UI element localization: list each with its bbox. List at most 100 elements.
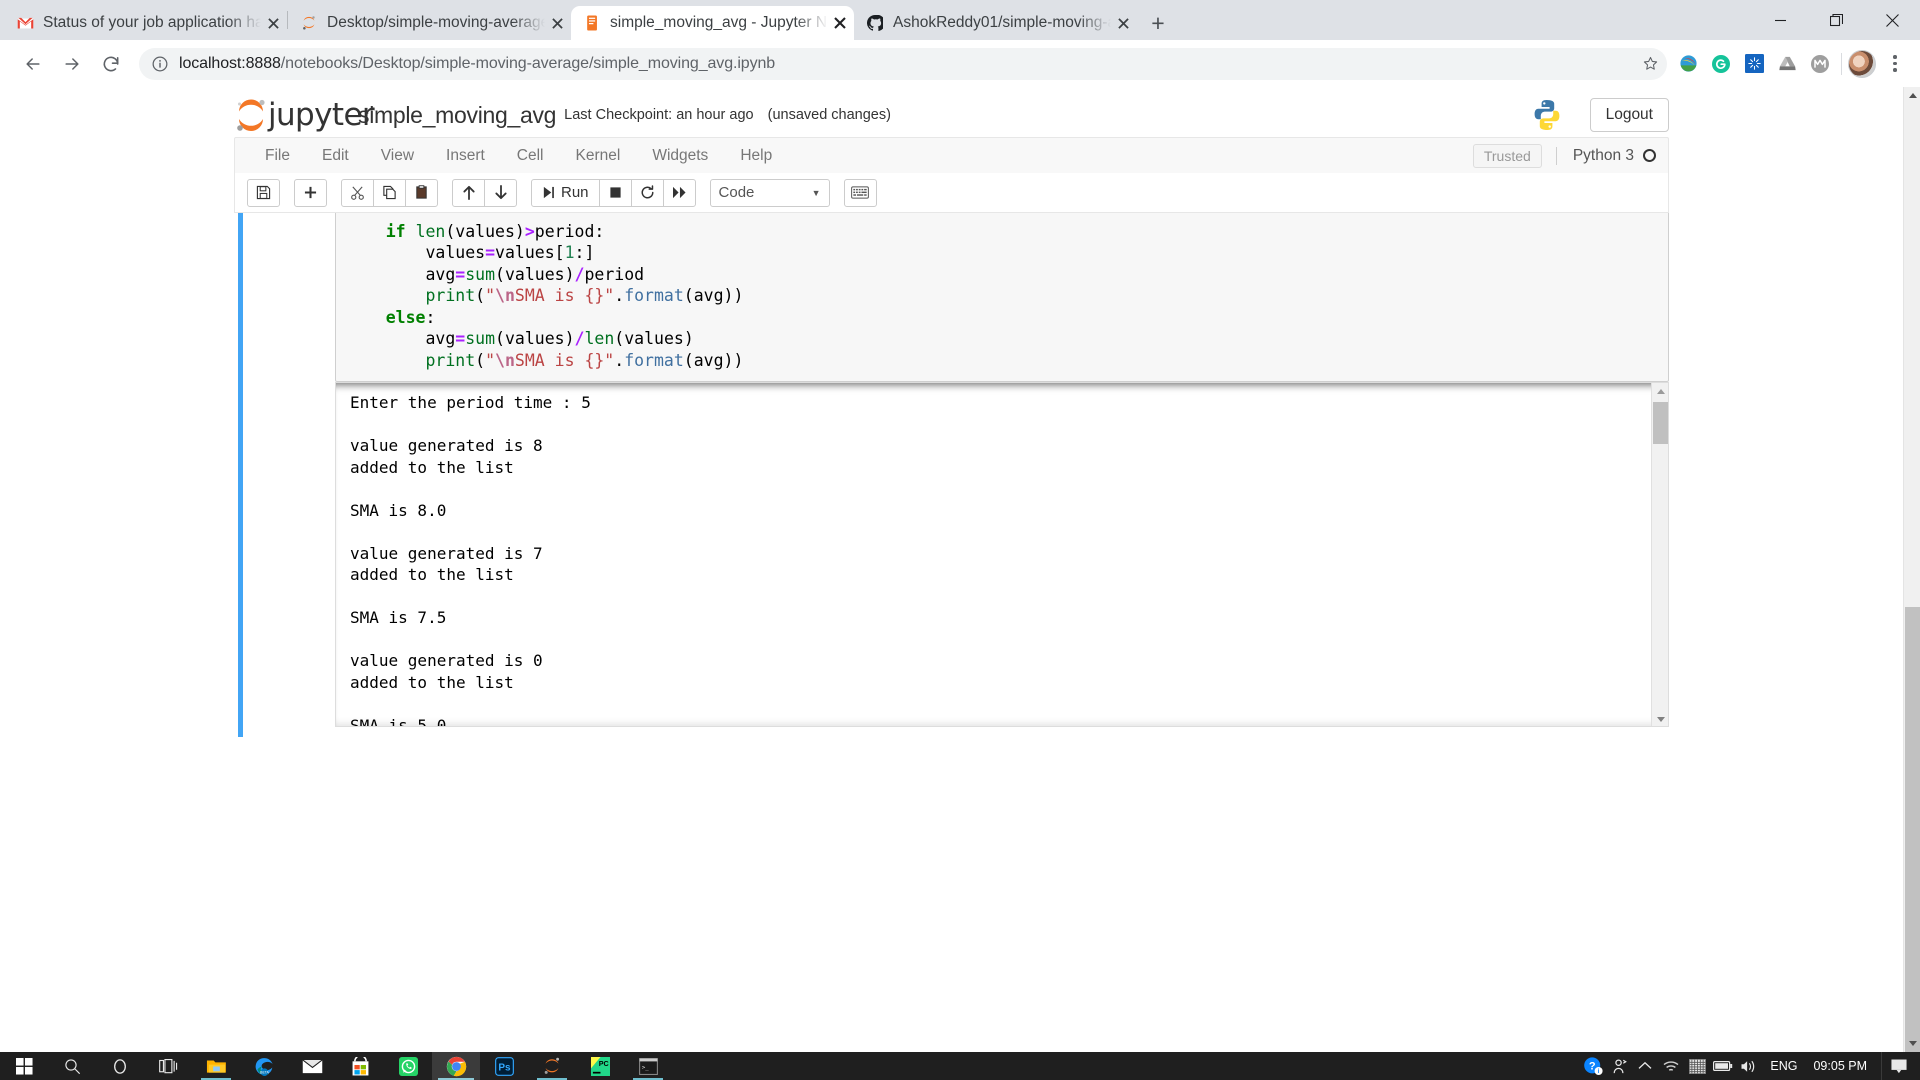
battery-icon[interactable] bbox=[1710, 1052, 1736, 1080]
mail-envelope-icon bbox=[301, 1059, 323, 1073]
output-scrollbar[interactable] bbox=[1651, 383, 1668, 726]
google-drive-extension-icon[interactable] bbox=[1772, 49, 1802, 79]
menu-kernel[interactable]: Kernel bbox=[560, 147, 637, 165]
code-line: avg=sum(values)/period bbox=[425, 264, 645, 284]
url-path: /notebooks/Desktop/simple-moving-average… bbox=[280, 54, 776, 72]
cortana-button[interactable] bbox=[96, 1052, 144, 1080]
chrome-menu-button[interactable] bbox=[1880, 47, 1910, 81]
code-cell[interactable]: print("\nvalue generated is {}".format(v… bbox=[234, 213, 1669, 382]
scroll-down-arrow-icon[interactable] bbox=[1904, 1035, 1920, 1052]
menu-view[interactable]: View bbox=[365, 147, 430, 165]
paste-icon[interactable] bbox=[405, 178, 438, 207]
cell-output-area: Enter the period time : 5 value generate… bbox=[238, 382, 1669, 727]
gmail-icon bbox=[16, 14, 34, 32]
logout-button[interactable]: Logout bbox=[1589, 98, 1669, 132]
run-button[interactable]: Run bbox=[531, 178, 600, 207]
cut-icon[interactable] bbox=[341, 178, 374, 207]
back-button[interactable] bbox=[16, 47, 50, 81]
people-icon[interactable] bbox=[1606, 1052, 1632, 1080]
save-icon[interactable] bbox=[247, 178, 280, 207]
scrollbar-thumb[interactable] bbox=[1653, 402, 1668, 444]
wifi-icon[interactable] bbox=[1658, 1052, 1684, 1080]
idm-extension-icon[interactable] bbox=[1673, 49, 1703, 79]
language-indicator[interactable]: ENG bbox=[1762, 1059, 1805, 1073]
whatsapp-button[interactable] bbox=[384, 1052, 432, 1080]
kernel-indicator[interactable]: Python 3 bbox=[1555, 146, 1656, 165]
task-view-button[interactable] bbox=[144, 1052, 192, 1080]
mail-button[interactable] bbox=[288, 1052, 336, 1080]
file-explorer-button[interactable] bbox=[192, 1052, 240, 1080]
notification-icon[interactable] bbox=[1882, 1052, 1916, 1080]
menu-widgets[interactable]: Widgets bbox=[636, 147, 724, 165]
menu-file[interactable]: File bbox=[249, 147, 306, 165]
microsoft-store-button[interactable] bbox=[336, 1052, 384, 1080]
close-icon[interactable] bbox=[261, 11, 285, 35]
scroll-down-arrow-icon[interactable] bbox=[1652, 711, 1668, 726]
kernel-idle-icon bbox=[1643, 149, 1656, 162]
minimize-icon[interactable] bbox=[1752, 0, 1808, 40]
volume-icon[interactable] bbox=[1736, 1052, 1762, 1080]
new-tab-button[interactable]: + bbox=[1143, 8, 1173, 38]
arrow-down-icon[interactable] bbox=[484, 178, 517, 207]
wordtune-extension-icon[interactable] bbox=[1739, 49, 1769, 79]
trusted-badge[interactable]: Trusted bbox=[1472, 143, 1542, 168]
browser-tab-jupyter-tree[interactable]: Desktop/simple-moving-average bbox=[288, 6, 571, 40]
site-info-icon[interactable] bbox=[151, 55, 169, 73]
close-icon[interactable] bbox=[1111, 11, 1135, 35]
photoshop-button[interactable]: Ps bbox=[480, 1052, 528, 1080]
chrome-icon bbox=[446, 1056, 466, 1076]
command-prompt-button[interactable]: >_ bbox=[624, 1052, 672, 1080]
anaconda-button[interactable] bbox=[528, 1052, 576, 1080]
mendeley-extension-icon[interactable] bbox=[1805, 49, 1835, 79]
scroll-up-arrow-icon[interactable] bbox=[1652, 383, 1668, 400]
output-line: value generated is 0 bbox=[350, 651, 543, 670]
restart-icon[interactable] bbox=[630, 178, 664, 207]
browser-tab-github[interactable]: AshokReddy01/simple-moving-a bbox=[854, 6, 1137, 40]
keyboard-icon[interactable] bbox=[843, 178, 877, 207]
search-button[interactable] bbox=[48, 1052, 96, 1080]
chevron-up-icon[interactable] bbox=[1632, 1052, 1658, 1080]
browser-tab-title: Status of your job application ha bbox=[43, 14, 261, 31]
keyboard-ime-icon[interactable] bbox=[1684, 1052, 1710, 1080]
forward-button[interactable] bbox=[55, 47, 89, 81]
scrollbar-thumb[interactable] bbox=[1905, 607, 1920, 1052]
stop-icon[interactable] bbox=[598, 178, 632, 207]
menu-help[interactable]: Help bbox=[724, 147, 788, 165]
clock[interactable]: 09:05 PM bbox=[1805, 1059, 1875, 1073]
address-bar[interactable]: localhost:8888/notebooks/Desktop/simple-… bbox=[139, 47, 1667, 80]
insert-cell-below-button[interactable] bbox=[294, 178, 327, 207]
jupyter-logo-icon[interactable]: jupyter bbox=[234, 95, 375, 135]
url-text[interactable]: localhost:8888/notebooks/Desktop/simple-… bbox=[179, 55, 775, 73]
edge-beta-icon: BETA bbox=[255, 1057, 272, 1076]
page-scrollbar[interactable] bbox=[1903, 87, 1920, 1052]
code-line: values=values[1:] bbox=[425, 243, 595, 262]
grammarly-extension-icon[interactable] bbox=[1706, 49, 1736, 79]
close-icon[interactable] bbox=[1864, 0, 1920, 40]
menu-cell[interactable]: Cell bbox=[501, 147, 560, 165]
browser-tab-simple-moving-avg[interactable]: simple_moving_avg - Jupyter No bbox=[571, 6, 854, 40]
fast-forward-icon[interactable] bbox=[662, 178, 696, 207]
extension-icons bbox=[1673, 49, 1835, 79]
arrow-up-icon[interactable] bbox=[452, 178, 485, 207]
pycharm-button[interactable]: PC bbox=[576, 1052, 624, 1080]
output-scrolled-region[interactable]: Enter the period time : 5 value generate… bbox=[335, 382, 1669, 727]
cell-type-select[interactable]: Code ▼ bbox=[709, 178, 830, 207]
edge-button[interactable]: BETA bbox=[240, 1052, 288, 1080]
browser-tab-gmail[interactable]: Status of your job application ha bbox=[4, 6, 287, 40]
menu-edit[interactable]: Edit bbox=[306, 147, 365, 165]
copy-icon[interactable] bbox=[373, 178, 406, 207]
start-button[interactable] bbox=[0, 1052, 48, 1080]
notebook-name[interactable]: simple_moving_avg bbox=[358, 102, 556, 129]
restore-icon[interactable] bbox=[1808, 0, 1864, 40]
reload-button[interactable] bbox=[94, 47, 128, 81]
browser-tab-title: AshokReddy01/simple-moving-a bbox=[893, 14, 1111, 31]
bookmark-star-icon[interactable] bbox=[1635, 49, 1665, 79]
scroll-up-arrow-icon[interactable] bbox=[1904, 87, 1920, 104]
question-mark-icon[interactable]: ? i bbox=[1580, 1052, 1606, 1080]
chrome-button[interactable] bbox=[432, 1052, 480, 1080]
menu-insert[interactable]: Insert bbox=[430, 147, 501, 165]
close-icon[interactable] bbox=[828, 11, 852, 35]
close-icon[interactable] bbox=[545, 11, 569, 35]
code-editor[interactable]: print("\nvalue generated is {}".format(v… bbox=[335, 213, 1669, 382]
avatar[interactable] bbox=[1848, 49, 1876, 78]
